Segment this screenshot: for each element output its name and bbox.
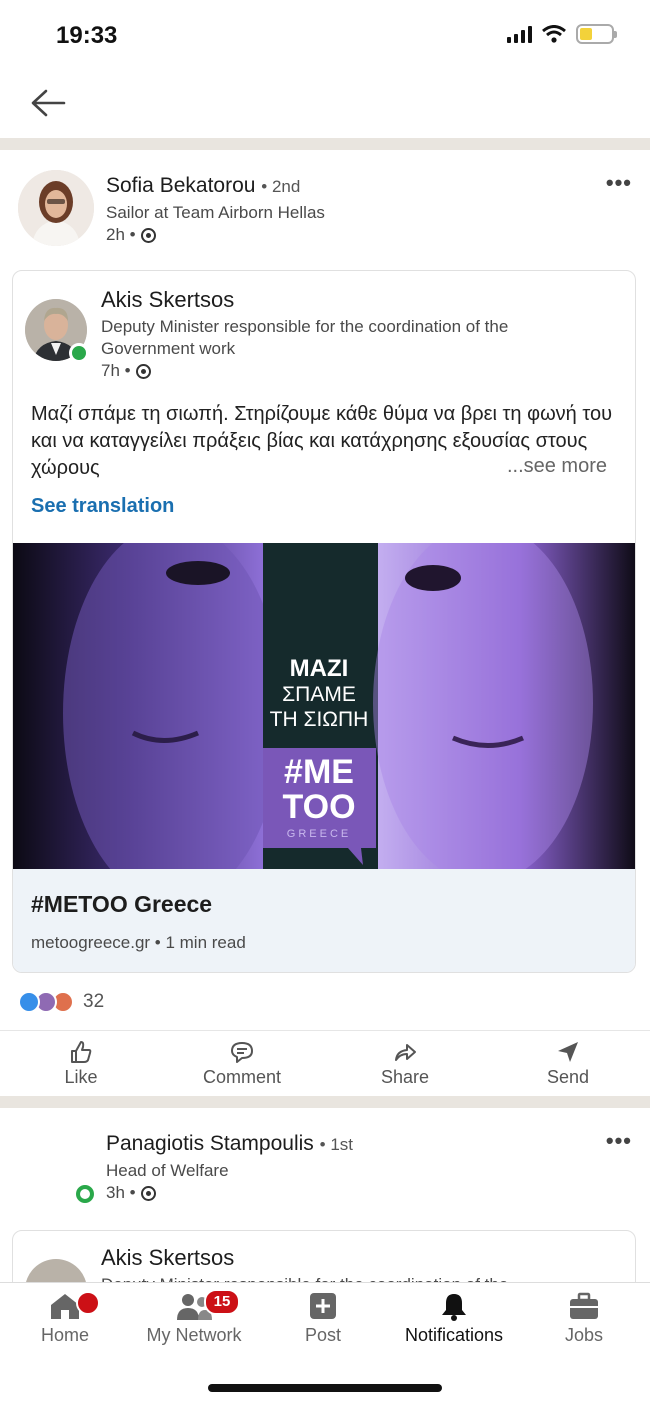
connection-degree: • 2nd bbox=[261, 177, 301, 196]
share-button[interactable]: Share bbox=[350, 1039, 460, 1088]
poster-tag-3: GREECE bbox=[287, 828, 351, 840]
globe-icon bbox=[135, 363, 151, 379]
globe-icon bbox=[140, 227, 156, 243]
poster-line-2: ΣΠΑΜΕ bbox=[282, 683, 356, 706]
next-connection-degree: • 1st bbox=[319, 1135, 353, 1154]
home-notification-dot bbox=[76, 1291, 100, 1315]
comment-label: Comment bbox=[202, 1067, 282, 1087]
nav-post-label: Post bbox=[304, 1325, 342, 1345]
nav-notifications-label: Notifications bbox=[404, 1325, 504, 1345]
bell-icon bbox=[442, 1294, 466, 1321]
send-icon bbox=[558, 1042, 578, 1062]
article-image[interactable]: MAZI ΣΠΑΜΕ ΤΗ ΣΙΩΠΗ #ME TOO GREECE bbox=[13, 543, 635, 869]
next-post-header: Panagiotis Stampoulis • 1st Head of Welf… bbox=[0, 1110, 650, 1230]
shared-author-name[interactable]: Akis Skertsos bbox=[101, 287, 234, 313]
more-options-icon[interactable]: ••• bbox=[606, 170, 632, 196]
status-time: 19:33 bbox=[56, 22, 118, 49]
nav-home[interactable]: Home bbox=[30, 1291, 100, 1346]
author-headline: Sailor at Team Airborn Hellas bbox=[106, 203, 325, 222]
shared-post-meta: 7h • bbox=[101, 361, 151, 381]
nav-my-network[interactable]: 15 My Network bbox=[138, 1289, 250, 1346]
status-bar: 19:33 bbox=[0, 0, 650, 70]
send-button[interactable]: Send bbox=[513, 1039, 623, 1088]
like-label: Like bbox=[64, 1067, 98, 1087]
poster-tag-2: TOO bbox=[282, 788, 355, 826]
status-icons bbox=[507, 24, 617, 44]
nav-home-label: Home bbox=[40, 1325, 89, 1345]
nav-jobs-label: Jobs bbox=[564, 1325, 604, 1345]
like-reaction-icon bbox=[18, 991, 40, 1013]
post-meta: 2h • bbox=[106, 225, 156, 245]
article-link[interactable]: #METOO Greece metoogreece.gr • 1 min rea… bbox=[13, 869, 635, 972]
nav-post[interactable]: Post bbox=[290, 1291, 356, 1346]
add-post-icon bbox=[310, 1293, 336, 1319]
share-label: Share bbox=[380, 1067, 430, 1087]
nav-jobs[interactable]: Jobs bbox=[552, 1291, 616, 1346]
next-more-options-icon[interactable]: ••• bbox=[606, 1128, 632, 1154]
reaction-count[interactable]: 32 bbox=[83, 991, 104, 1013]
metoo-poster: MAZI ΣΠΑΜΕ ΤΗ ΣΙΩΠΗ #ME TOO GREECE bbox=[13, 543, 635, 869]
battery-icon bbox=[576, 24, 617, 44]
see-more-link[interactable]: ...see more bbox=[498, 455, 607, 478]
next-author-headline: Head of Welfare bbox=[106, 1161, 229, 1180]
feed-divider bbox=[0, 138, 650, 150]
home-indicator bbox=[208, 1384, 442, 1392]
share-arrow-icon bbox=[395, 1044, 416, 1061]
globe-icon bbox=[140, 1185, 156, 1201]
poster-tag-1: #ME bbox=[284, 753, 354, 791]
send-label: Send bbox=[546, 1067, 590, 1087]
network-badge: 15 bbox=[204, 1289, 240, 1315]
back-arrow-icon[interactable] bbox=[28, 86, 68, 120]
wifi-icon bbox=[542, 25, 566, 43]
nav-my-network-label: My Network bbox=[146, 1325, 242, 1345]
next-post-time: 3h • bbox=[106, 1183, 136, 1202]
next-author-name[interactable]: Panagiotis Stampoulis • 1st bbox=[106, 1132, 353, 1156]
nav-notifications[interactable]: Notifications bbox=[392, 1291, 516, 1346]
reactions-summary[interactable]: 32 bbox=[18, 988, 104, 1016]
see-translation-link[interactable]: See translation bbox=[31, 495, 174, 518]
briefcase-icon bbox=[570, 1292, 598, 1319]
next-post-meta: 3h • bbox=[106, 1183, 156, 1203]
feed-divider bbox=[0, 1096, 650, 1108]
post-header: Sofia Bekatorou • 2nd Sailor at Team Air… bbox=[0, 152, 650, 262]
author-name-text[interactable]: Sofia Bekatorou bbox=[106, 174, 255, 197]
poster-line-3: ΤΗ ΣΙΩΠΗ bbox=[270, 708, 369, 731]
comment-button[interactable]: Comment bbox=[187, 1039, 297, 1088]
author-avatar[interactable] bbox=[18, 170, 94, 246]
shared-post-time: 7h • bbox=[101, 361, 131, 380]
cellular-signal-icon bbox=[507, 25, 532, 43]
online-status-indicator bbox=[76, 1185, 94, 1203]
shared-post-card[interactable]: Akis Skertsos Deputy Minister responsibl… bbox=[12, 270, 636, 973]
post-time: 2h • bbox=[106, 225, 136, 244]
author-name[interactable]: Sofia Bekatorou • 2nd bbox=[106, 174, 300, 198]
thumbs-up-icon bbox=[71, 1041, 92, 1063]
shared-author-headline-2: Government work bbox=[101, 339, 236, 358]
online-status-indicator bbox=[69, 343, 89, 363]
poster-line-1: MAZI bbox=[290, 655, 349, 682]
comment-icon bbox=[231, 1042, 253, 1063]
top-navigation bbox=[0, 70, 650, 136]
post-actions: Like Comment Share Send bbox=[0, 1030, 650, 1094]
shared-author-headline-1: Deputy Minister responsible for the coor… bbox=[101, 317, 509, 336]
article-title[interactable]: #METOO Greece bbox=[31, 891, 212, 918]
next-shared-author-name[interactable]: Akis Skertsos bbox=[101, 1245, 234, 1271]
next-author-name-text[interactable]: Panagiotis Stampoulis bbox=[106, 1132, 314, 1155]
like-button[interactable]: Like bbox=[26, 1039, 136, 1088]
article-source: metoogreece.gr • 1 min read bbox=[31, 933, 246, 952]
